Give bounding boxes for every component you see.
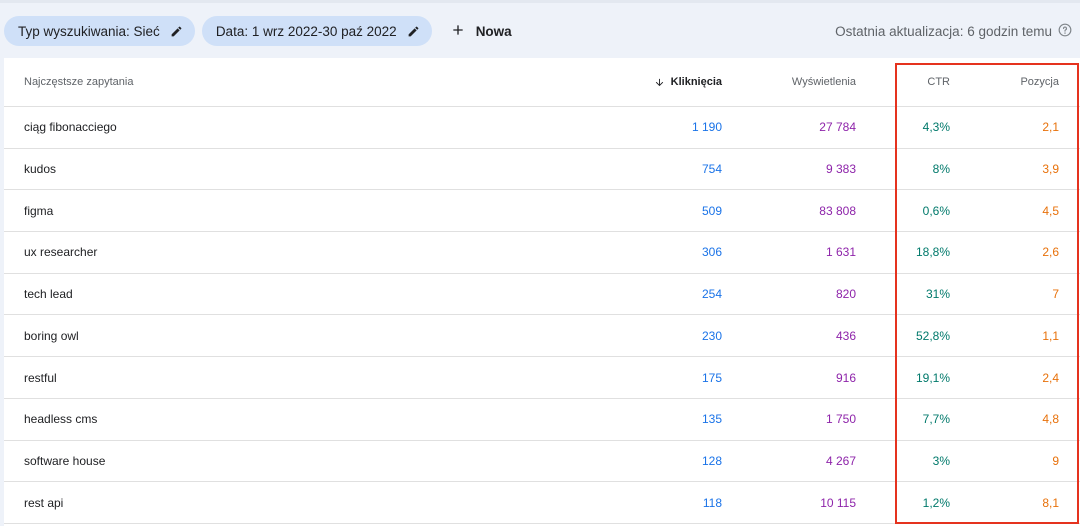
clicks-cell: 509 — [701, 203, 722, 218]
impressions-cell: 9 383 — [825, 162, 856, 177]
clicks-cell: 175 — [701, 370, 722, 385]
impressions-cell: 820 — [835, 287, 856, 302]
position-cell: 4,5 — [1042, 203, 1059, 218]
pencil-icon[interactable] — [170, 25, 183, 38]
table-row[interactable]: tech lead 254 820 31% 7 — [4, 274, 1080, 316]
query-cell: software house — [24, 453, 106, 468]
ctr-cell: 1,2% — [922, 495, 950, 510]
ctr-cell: 0,6% — [922, 203, 950, 218]
new-filter-button[interactable]: Nowa — [446, 18, 516, 45]
ctr-cell: 19,1% — [915, 370, 950, 385]
queries-table: Najczęstsze zapytania Kliknięcia Wyświet… — [4, 58, 1080, 526]
impressions-cell: 4 267 — [825, 453, 856, 468]
table-row[interactable]: software house 128 4 267 3% 9 — [4, 441, 1080, 483]
impressions-cell: 27 784 — [819, 120, 856, 135]
ctr-cell: 18,8% — [915, 245, 950, 260]
ctr-cell: 3% — [932, 453, 950, 468]
last-update-status: Ostatnia aktualizacja: 6 godzin temu — [835, 23, 1072, 40]
search-type-filter-chip[interactable]: Typ wyszukiwania: Sieć — [4, 16, 195, 46]
query-cell: restful — [24, 370, 57, 385]
ctr-cell: 7,7% — [922, 412, 950, 427]
query-cell: kudos — [24, 162, 57, 177]
clicks-cell: 128 — [701, 453, 722, 468]
impressions-cell: 83 808 — [819, 203, 856, 218]
table-row[interactable]: kudos 754 9 383 8% 3,9 — [4, 149, 1080, 191]
table-row[interactable]: headless cms 135 1 750 7,7% 4,8 — [4, 399, 1080, 441]
position-cell: 2,1 — [1042, 120, 1059, 135]
query-cell: tech lead — [24, 287, 73, 302]
pencil-icon[interactable] — [407, 25, 420, 38]
clicks-cell: 118 — [702, 495, 722, 510]
query-cell: ciąg fibonacciego — [24, 120, 117, 135]
column-header-position[interactable]: Pozycja — [1020, 76, 1059, 88]
impressions-cell: 1 631 — [825, 245, 856, 260]
table-row[interactable]: ciąg fibonacciego 1 190 27 784 4,3% 2,1 — [4, 107, 1080, 149]
position-cell: 7 — [1052, 287, 1059, 302]
impressions-cell: 436 — [835, 328, 856, 343]
impressions-cell: 1 750 — [825, 412, 856, 427]
column-header-clicks[interactable]: Kliknięcia — [654, 76, 722, 88]
position-cell: 1,1 — [1042, 328, 1059, 343]
table-row[interactable]: figma 509 83 808 0,6% 4,5 — [4, 190, 1080, 233]
table-row[interactable]: ux researcher 306 1 631 18,8% 2,6 — [4, 232, 1080, 274]
query-cell: ux researcher — [24, 245, 98, 260]
date-filter-label: Data: 1 wrz 2022-30 paź 2022 — [215, 23, 397, 39]
clicks-cell: 1 190 — [691, 120, 722, 135]
query-cell: boring owl — [24, 328, 79, 343]
table-header-row: Najczęstsze zapytania Kliknięcia Wyświet… — [4, 58, 1080, 107]
ctr-cell: 52,8% — [915, 328, 950, 343]
column-header-query[interactable]: Najczęstsze zapytania — [24, 76, 133, 88]
ctr-cell: 4,3% — [922, 120, 950, 135]
position-cell: 3,9 — [1042, 162, 1059, 177]
table-row[interactable]: boring owl 230 436 52,8% 1,1 — [4, 316, 1080, 358]
top-divider — [0, 0, 1080, 3]
clicks-cell: 230 — [701, 328, 722, 343]
plus-icon — [450, 22, 466, 41]
table-row[interactable]: rest api 118 10 115 1,2% 8,1 — [4, 482, 1080, 524]
ctr-cell: 8% — [932, 162, 950, 177]
column-header-clicks-label: Kliknięcia — [670, 76, 722, 88]
position-cell: 8,1 — [1042, 495, 1059, 510]
table-row[interactable]: restful 175 916 19,1% 2,4 — [4, 357, 1080, 399]
query-cell: figma — [24, 203, 54, 218]
last-update-text: Ostatnia aktualizacja: 6 godzin temu — [835, 24, 1052, 39]
position-cell: 2,6 — [1042, 245, 1059, 260]
new-filter-label: Nowa — [475, 23, 512, 39]
impressions-cell: 916 — [835, 370, 856, 385]
query-cell: headless cms — [24, 412, 98, 427]
position-cell: 4,8 — [1042, 412, 1059, 427]
column-header-impressions[interactable]: Wyświetlenia — [792, 76, 856, 88]
impressions-cell: 10 115 — [820, 495, 856, 510]
clicks-cell: 135 — [701, 412, 722, 427]
column-header-ctr[interactable]: CTR — [927, 76, 950, 88]
search-type-filter-label: Typ wyszukiwania: Sieć — [18, 23, 160, 39]
help-icon[interactable] — [1058, 23, 1072, 40]
position-cell: 2,4 — [1042, 370, 1059, 385]
query-cell: rest api — [24, 495, 64, 510]
clicks-cell: 754 — [701, 162, 722, 177]
sort-descending-icon — [654, 77, 665, 88]
clicks-cell: 254 — [701, 287, 722, 302]
ctr-cell: 31% — [925, 287, 950, 302]
date-filter-chip[interactable]: Data: 1 wrz 2022-30 paź 2022 — [201, 16, 432, 46]
position-cell: 9 — [1052, 453, 1059, 468]
clicks-cell: 306 — [701, 245, 722, 260]
